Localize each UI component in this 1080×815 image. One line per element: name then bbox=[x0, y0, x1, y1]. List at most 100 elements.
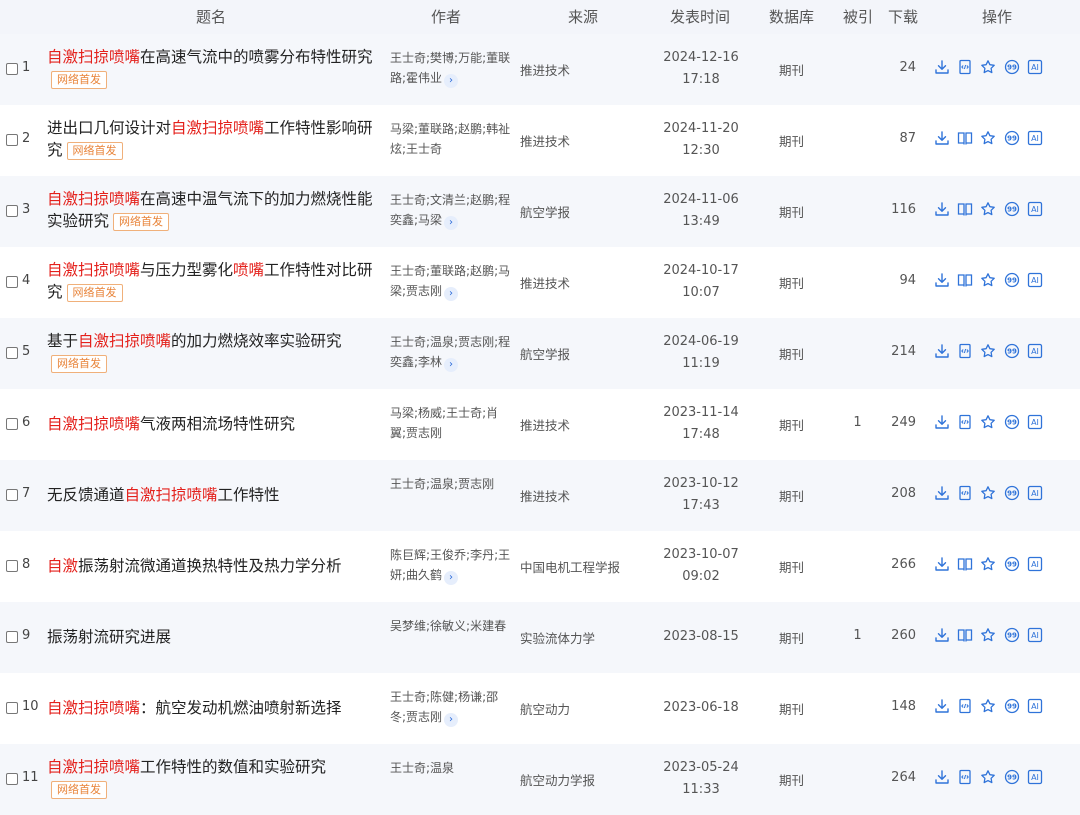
download-icon[interactable] bbox=[934, 414, 950, 430]
row-checkbox[interactable] bbox=[6, 489, 18, 501]
source-journal-link[interactable]: 推进技术 bbox=[520, 486, 570, 505]
html-read-icon[interactable] bbox=[957, 414, 973, 430]
authors-text[interactable]: 王士奇;温泉 bbox=[390, 761, 454, 775]
row-checkbox[interactable] bbox=[6, 63, 18, 75]
article-title-link[interactable]: 无反馈通道自激扫掠喷嘴工作特性 bbox=[47, 484, 382, 506]
online-read-icon[interactable] bbox=[957, 201, 973, 217]
cite-quote-icon[interactable]: 99 bbox=[1004, 485, 1020, 501]
source-journal-link[interactable]: 推进技术 bbox=[520, 131, 570, 150]
header-title[interactable]: 题名 bbox=[196, 6, 226, 27]
html-read-icon[interactable] bbox=[957, 485, 973, 501]
row-checkbox[interactable] bbox=[6, 773, 18, 785]
download-icon[interactable] bbox=[934, 201, 950, 217]
row-checkbox[interactable] bbox=[6, 702, 18, 714]
row-checkbox[interactable] bbox=[6, 134, 18, 146]
authors-list[interactable]: 王士奇;温泉;贾志刚 bbox=[390, 474, 512, 494]
row-checkbox[interactable] bbox=[6, 631, 18, 643]
more-authors-chevron-icon[interactable]: › bbox=[444, 713, 459, 727]
header-cited[interactable]: 被引 bbox=[843, 6, 873, 27]
favorite-star-icon[interactable] bbox=[980, 201, 996, 217]
authors-text[interactable]: 马梁;董联路;赵鹏;韩祉炫;王士奇 bbox=[390, 122, 510, 156]
source-journal-link[interactable]: 航空学报 bbox=[520, 344, 570, 363]
online-read-icon[interactable] bbox=[957, 130, 973, 146]
row-checkbox[interactable] bbox=[6, 418, 18, 430]
online-read-icon[interactable] bbox=[957, 556, 973, 572]
favorite-star-icon[interactable] bbox=[980, 272, 996, 288]
html-read-icon[interactable] bbox=[957, 59, 973, 75]
ai-assistant-icon[interactable]: AI bbox=[1027, 59, 1043, 75]
cited-count[interactable]: 1 bbox=[840, 628, 875, 643]
ai-assistant-icon[interactable]: AI bbox=[1027, 272, 1043, 288]
article-title-link[interactable]: 自激扫掠喷嘴气液两相流场特性研究 bbox=[47, 413, 382, 435]
ai-assistant-icon[interactable]: AI bbox=[1027, 130, 1043, 146]
cite-quote-icon[interactable]: 99 bbox=[1004, 272, 1020, 288]
favorite-star-icon[interactable] bbox=[980, 627, 996, 643]
source-journal-link[interactable]: 航空动力 bbox=[520, 699, 570, 718]
cite-quote-icon[interactable]: 99 bbox=[1004, 343, 1020, 359]
favorite-star-icon[interactable] bbox=[980, 343, 996, 359]
ai-assistant-icon[interactable]: AI bbox=[1027, 343, 1043, 359]
favorite-star-icon[interactable] bbox=[980, 414, 996, 430]
download-icon[interactable] bbox=[934, 698, 950, 714]
source-journal-link[interactable]: 推进技术 bbox=[520, 60, 570, 79]
download-icon[interactable] bbox=[934, 627, 950, 643]
authors-list[interactable]: 王士奇;温泉 bbox=[390, 758, 512, 778]
ai-assistant-icon[interactable]: AI bbox=[1027, 414, 1043, 430]
header-date[interactable]: 发表时间 bbox=[670, 6, 730, 27]
more-authors-chevron-icon[interactable]: › bbox=[444, 287, 459, 301]
html-read-icon[interactable] bbox=[957, 769, 973, 785]
authors-text[interactable]: 吴梦维;徐敏义;米建春 bbox=[390, 619, 506, 633]
source-journal-link[interactable]: 中国电机工程学报 bbox=[520, 557, 620, 576]
cite-quote-icon[interactable]: 99 bbox=[1004, 414, 1020, 430]
ai-assistant-icon[interactable]: AI bbox=[1027, 556, 1043, 572]
download-icon[interactable] bbox=[934, 59, 950, 75]
download-icon[interactable] bbox=[934, 130, 950, 146]
cite-quote-icon[interactable]: 99 bbox=[1004, 201, 1020, 217]
html-read-icon[interactable] bbox=[957, 698, 973, 714]
article-title-link[interactable]: 自激扫掠喷嘴在高速气流中的喷雾分布特性研究网络首发 bbox=[47, 46, 382, 90]
online-read-icon[interactable] bbox=[957, 627, 973, 643]
article-title-link[interactable]: 振荡射流研究进展 bbox=[47, 626, 382, 648]
source-journal-link[interactable]: 实验流体力学 bbox=[520, 628, 595, 647]
download-icon[interactable] bbox=[934, 485, 950, 501]
article-title-link[interactable]: 自激扫掠喷嘴工作特性的数值和实验研究网络首发 bbox=[47, 756, 382, 800]
html-read-icon[interactable] bbox=[957, 343, 973, 359]
authors-list[interactable]: 王士奇;樊博;万能;董联路;霍伟业 › bbox=[390, 48, 512, 88]
cite-quote-icon[interactable]: 99 bbox=[1004, 769, 1020, 785]
source-journal-link[interactable]: 推进技术 bbox=[520, 415, 570, 434]
download-icon[interactable] bbox=[934, 343, 950, 359]
cite-quote-icon[interactable]: 99 bbox=[1004, 627, 1020, 643]
online-read-icon[interactable] bbox=[957, 272, 973, 288]
article-title-link[interactable]: 自激扫掠喷嘴：航空发动机燃油喷射新选择 bbox=[47, 697, 382, 719]
row-checkbox[interactable] bbox=[6, 276, 18, 288]
authors-text[interactable]: 王士奇;温泉;贾志刚 bbox=[390, 477, 494, 491]
authors-list[interactable]: 王士奇;董联路;赵鹏;马梁;贾志刚 › bbox=[390, 261, 512, 301]
authors-text[interactable]: 马梁;杨威;王士奇;肖翼;贾志刚 bbox=[390, 406, 498, 440]
ai-assistant-icon[interactable]: AI bbox=[1027, 769, 1043, 785]
authors-list[interactable]: 马梁;董联路;赵鹏;韩祉炫;王士奇 bbox=[390, 119, 512, 159]
article-title-link[interactable]: 自激振荡射流微通道换热特性及热力学分析 bbox=[47, 555, 382, 577]
download-icon[interactable] bbox=[934, 556, 950, 572]
more-authors-chevron-icon[interactable]: › bbox=[444, 74, 459, 88]
ai-assistant-icon[interactable]: AI bbox=[1027, 627, 1043, 643]
source-journal-link[interactable]: 推进技术 bbox=[520, 273, 570, 292]
authors-list[interactable]: 王士奇;陈健;杨谦;邵冬;贾志刚 › bbox=[390, 687, 512, 727]
ai-assistant-icon[interactable]: AI bbox=[1027, 201, 1043, 217]
download-icon[interactable] bbox=[934, 769, 950, 785]
article-title-link[interactable]: 基于自激扫掠喷嘴的加力燃烧效率实验研究网络首发 bbox=[47, 330, 382, 374]
source-journal-link[interactable]: 航空动力学报 bbox=[520, 770, 595, 789]
authors-list[interactable]: 王士奇;文清兰;赵鹏;程奕鑫;马梁 › bbox=[390, 190, 512, 230]
ai-assistant-icon[interactable]: AI bbox=[1027, 485, 1043, 501]
source-journal-link[interactable]: 航空学报 bbox=[520, 202, 570, 221]
cited-count[interactable]: 1 bbox=[840, 415, 875, 430]
cite-quote-icon[interactable]: 99 bbox=[1004, 130, 1020, 146]
authors-list[interactable]: 马梁;杨威;王士奇;肖翼;贾志刚 bbox=[390, 403, 512, 443]
ai-assistant-icon[interactable]: AI bbox=[1027, 698, 1043, 714]
favorite-star-icon[interactable] bbox=[980, 59, 996, 75]
more-authors-chevron-icon[interactable]: › bbox=[444, 358, 459, 372]
article-title-link[interactable]: 自激扫掠喷嘴与压力型雾化喷嘴工作特性对比研究 网络首发 bbox=[47, 259, 382, 303]
favorite-star-icon[interactable] bbox=[980, 556, 996, 572]
cite-quote-icon[interactable]: 99 bbox=[1004, 698, 1020, 714]
cite-quote-icon[interactable]: 99 bbox=[1004, 59, 1020, 75]
row-checkbox[interactable] bbox=[6, 560, 18, 572]
